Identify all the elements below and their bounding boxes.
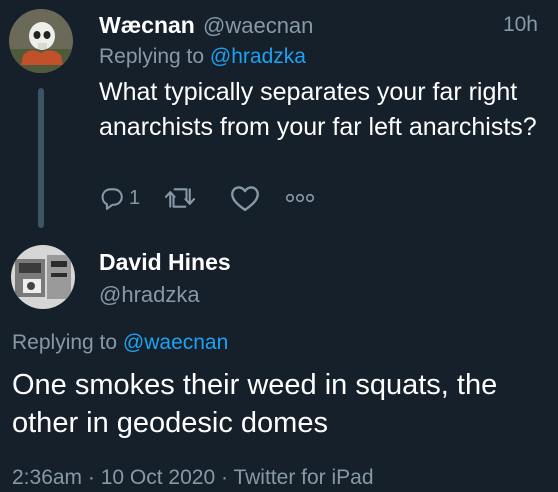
thread-connector-line (38, 88, 44, 228)
reply-replying-line: Replying to @waecnan (12, 331, 228, 355)
replying-mention[interactable]: @hradzka (210, 45, 306, 68)
parent-display-name[interactable]: Wæcnan (99, 12, 195, 39)
like-action[interactable] (230, 181, 260, 215)
parent-handle[interactable]: @waecnan (203, 13, 313, 39)
more-icon[interactable] (285, 192, 315, 204)
like-icon[interactable] (230, 184, 260, 212)
reply-action[interactable]: 1 (99, 181, 140, 215)
parent-tweet-text: What typically separates your far right … (99, 78, 537, 141)
meta-separator: · (87, 466, 95, 489)
tweet-date[interactable]: 10 Oct 2020 (101, 466, 215, 489)
meta-separator: · (221, 466, 228, 489)
reply-handle[interactable]: @hradzka (99, 282, 200, 308)
parent-timestamp[interactable]: 10h (503, 13, 538, 37)
retweet-icon[interactable] (163, 185, 197, 211)
replying-label: Replying to (99, 45, 205, 68)
replying-mention[interactable]: @waecnan (123, 331, 228, 354)
reply-tweet-text: One smokes their weed in squats, the oth… (12, 369, 498, 439)
parent-avatar[interactable] (9, 9, 73, 73)
tweet-metadata: 2:36am · 10 Oct 2020 · Twitter for iPad (12, 466, 374, 490)
tweet-source: Twitter for iPad (233, 466, 374, 489)
tweet-time[interactable]: 2:36am (12, 466, 82, 489)
reply-icon[interactable] (99, 185, 125, 211)
reply-display-name[interactable]: David Hines (99, 249, 231, 276)
reply-avatar[interactable] (11, 245, 75, 309)
replying-label: Replying to (12, 331, 118, 354)
retweet-action[interactable] (163, 181, 197, 215)
reply-count: 1 (129, 186, 141, 209)
parent-replying-line: Replying to @hradzka (99, 45, 306, 69)
more-action[interactable] (285, 181, 315, 215)
